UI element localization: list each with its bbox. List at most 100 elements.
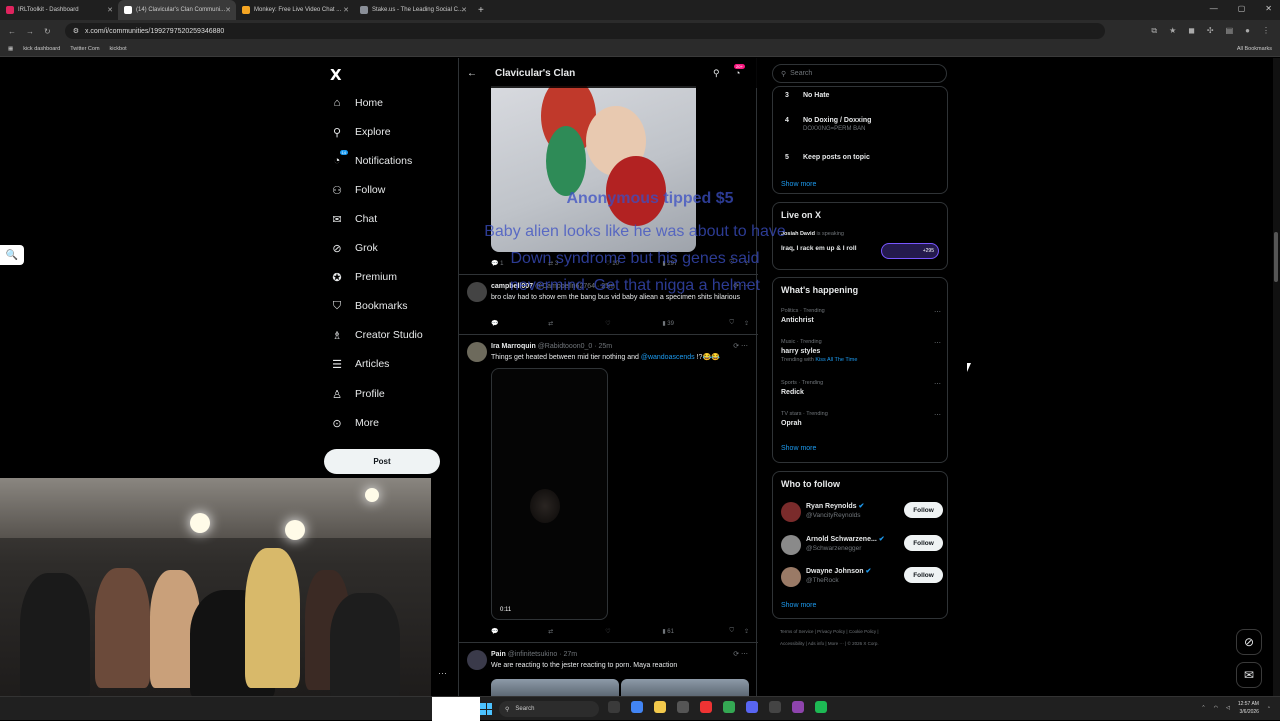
nav-bookmarks[interactable]: ⛉ Bookmarks [330, 299, 408, 313]
windows-start-icon[interactable] [480, 703, 492, 715]
wifi-icon[interactable]: ◠ [1214, 705, 1218, 711]
scrollbar-thumb[interactable] [1274, 232, 1278, 282]
messages-fab-icon[interactable]: ✉ [1236, 662, 1262, 688]
avatar[interactable] [467, 342, 487, 362]
follow-button[interactable]: Follow [904, 502, 943, 518]
file-explorer-icon[interactable] [654, 701, 666, 713]
bookmark-kick[interactable]: kick dashboard [23, 46, 60, 52]
puzzle-icon[interactable]: ✣ [1207, 26, 1214, 36]
repost-action[interactable]: ⇄ [548, 628, 605, 635]
notification-bell-icon[interactable]: ◔ [1267, 705, 1270, 711]
url-bar[interactable]: ⚙ x.com/i/communities/199279752025934688… [64, 23, 1105, 39]
clock[interactable]: 12:57 AM 3/6/2026 [1238, 700, 1259, 716]
grok-fab-icon[interactable]: ⊘ [1236, 629, 1262, 655]
follow-suggestion[interactable]: Dwayne Johnson ✔ @TheRock Follow [781, 565, 943, 589]
share-icon[interactable]: ⇪ [744, 320, 749, 327]
maximize-icon[interactable]: ▢ [1238, 4, 1246, 13]
like-action[interactable]: ♡ [605, 320, 662, 327]
back-arrow-icon[interactable]: ← [8, 27, 16, 36]
app-icon[interactable] [700, 701, 712, 713]
nav-chat[interactable]: ✉ Chat [330, 212, 377, 226]
like-action[interactable]: ♡ [605, 628, 662, 635]
nav-profile[interactable]: ♙ Profile [330, 387, 385, 401]
scrollbar[interactable] [1273, 58, 1280, 696]
more-dots-icon[interactable]: ⋯ [438, 668, 447, 679]
avatar[interactable] [467, 650, 487, 670]
chrome-icon[interactable] [631, 701, 643, 713]
zoom-lens-icon[interactable]: 🔍 [0, 245, 24, 265]
mention-link[interactable]: @wandoascends [641, 354, 695, 361]
show-more-link[interactable]: Show more [781, 181, 816, 188]
app-icon[interactable] [792, 701, 804, 713]
listener-avatars[interactable]: +295 [881, 243, 939, 259]
more-dots-icon[interactable]: ⋯ [934, 308, 941, 316]
trend-item[interactable]: Music · Trending harry styles Trending wit… [781, 339, 941, 363]
more-dots-icon[interactable]: ⋯ [934, 411, 941, 419]
reload-icon[interactable]: ↻ [44, 27, 51, 36]
app-icon[interactable] [769, 701, 781, 713]
install-icon[interactable]: ⧉ [1151, 26, 1157, 36]
chevron-up-icon[interactable]: ⌃ [1201, 705, 1205, 711]
avatar[interactable] [781, 567, 801, 587]
menu-kebab-icon[interactable]: ⋮ [1262, 26, 1270, 36]
apps-grid-icon[interactable]: ▦ [8, 46, 13, 52]
more-dots-icon[interactable]: ⋯ [934, 380, 941, 388]
spotify-icon[interactable] [815, 701, 827, 713]
bookmark-icon[interactable]: ⛉ [729, 320, 734, 327]
close-tab-icon[interactable]: ✕ [343, 6, 349, 14]
views-action[interactable]: ▮ 39 [662, 320, 719, 327]
search-input[interactable]: ⚲ Search [772, 64, 947, 83]
extension-icon[interactable]: ◼ [1188, 26, 1195, 36]
taskbar-search-input[interactable]: ⚲ Search [499, 701, 599, 717]
nav-explore[interactable]: ⚲ Explore [330, 125, 391, 139]
discord-icon[interactable] [746, 701, 758, 713]
reply-action[interactable]: 💬 [491, 628, 548, 635]
nav-articles[interactable]: ☰ Articles [330, 357, 389, 371]
close-tab-icon[interactable]: ✕ [461, 6, 467, 14]
bookmark-kickbot[interactable]: kickbot [110, 46, 127, 52]
footer-line[interactable]: Terms of Service | Privacy Policy | Cook… [780, 626, 950, 638]
task-view-icon[interactable] [608, 701, 620, 713]
tab-stake[interactable]: Stake.us - The Leading Social C... ✕ [354, 0, 472, 20]
bell-icon[interactable]: ◔ [735, 68, 740, 78]
more-dots-icon[interactable]: ⟳ ⋯ [733, 650, 748, 658]
trend-item[interactable]: Sports · Trending Redick ⋯ [781, 380, 941, 396]
nav-more[interactable]: ⊙ More [330, 416, 379, 430]
sidepanel-icon[interactable]: ▤ [1226, 26, 1234, 36]
avatar[interactable] [781, 535, 801, 555]
nav-home[interactable]: ⌂ Home [330, 96, 383, 110]
chrome-icon[interactable] [723, 701, 735, 713]
profile-avatar-icon[interactable]: ● [1245, 26, 1250, 36]
more-dots-icon[interactable]: ⋯ [934, 339, 941, 347]
follow-suggestion[interactable]: Ryan Reynolds ✔ @VancityReynolds Follow [781, 500, 943, 524]
search-icon[interactable]: ⚲ [713, 68, 720, 79]
more-dots-icon[interactable]: ⟳ ⋯ [733, 342, 748, 350]
footer-line[interactable]: Accessibility | Ads info | More ··· | © … [780, 638, 950, 650]
reply-action[interactable]: 💬 [491, 320, 548, 327]
minimize-icon[interactable]: — [1210, 4, 1218, 13]
nav-creator-studio[interactable]: ♗ Creator Studio [330, 328, 423, 342]
views-action[interactable]: ▮ 61 [662, 628, 719, 635]
close-tab-icon[interactable]: ✕ [107, 6, 113, 14]
video-player[interactable]: 0:11 [491, 368, 608, 620]
forward-arrow-icon[interactable]: → [26, 27, 34, 36]
tab-irltoolkit[interactable]: IRLToolkit - Dashboard ✕ [0, 0, 118, 20]
new-tab-button[interactable]: + [472, 5, 490, 16]
follow-button[interactable]: Follow [904, 535, 943, 551]
star-icon[interactable]: ★ [1169, 26, 1176, 36]
trend-item[interactable]: TV stars · Trending Oprah ⋯ [781, 411, 941, 427]
tweet[interactable]: Pain @infinitetsukino · 27m ⟳ ⋯ We are r… [459, 642, 758, 696]
bookmark-twitter[interactable]: Twitter Com [70, 46, 99, 52]
x-logo[interactable]: X [330, 66, 342, 84]
app-icon[interactable] [677, 701, 689, 713]
post-images[interactable] [491, 679, 749, 696]
nav-grok[interactable]: ⊘ Grok [330, 241, 377, 255]
back-arrow-icon[interactable]: ← [467, 68, 477, 79]
nav-notifications[interactable]: ◔ 14 Notifications [330, 150, 412, 168]
avatar[interactable] [781, 502, 801, 522]
author-name[interactable]: Ira Marroquin [491, 343, 536, 350]
follow-suggestion[interactable]: Arnold Schwarzene... ✔ @Schwarzenegger F… [781, 533, 943, 557]
show-more-link[interactable]: Show more [781, 445, 816, 452]
post-button[interactable]: Post [324, 449, 440, 474]
share-icon[interactable]: ⇪ [744, 628, 749, 635]
